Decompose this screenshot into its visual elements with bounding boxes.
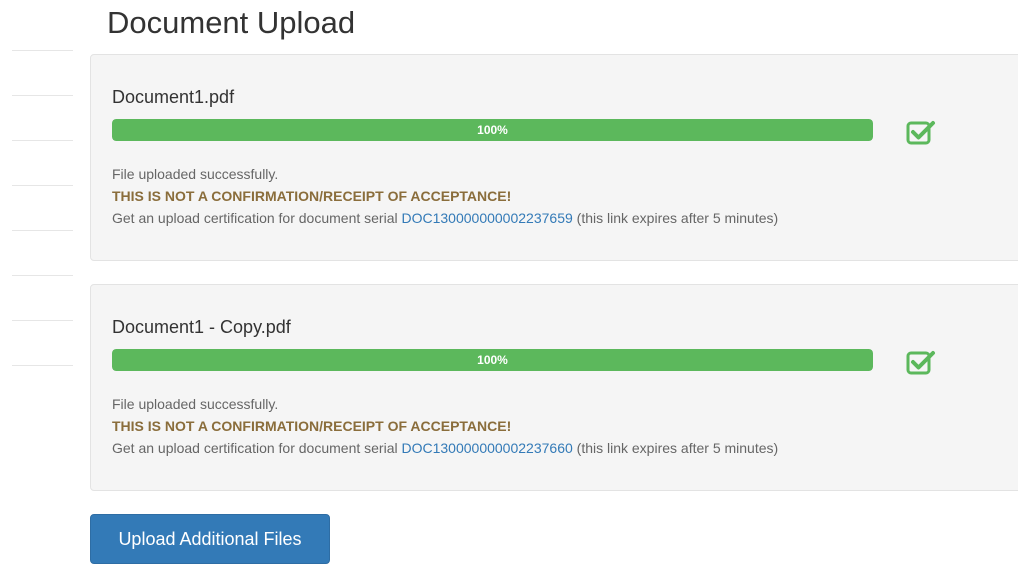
upload-progress-fill: 100% bbox=[112, 119, 873, 141]
certification-line: Get an upload certification for document… bbox=[112, 440, 778, 456]
file-name: Document1.pdf bbox=[112, 87, 235, 107]
file-name: Document1 - Copy.pdf bbox=[112, 317, 291, 337]
certification-line: Get an upload certification for document… bbox=[112, 210, 778, 226]
upload-additional-files-button[interactable]: Upload Additional Files bbox=[90, 514, 330, 564]
checkbox-checked-icon bbox=[906, 121, 935, 145]
progress-label: 100% bbox=[477, 353, 508, 367]
upload-status-text: File uploaded successfully. bbox=[112, 166, 279, 182]
checkbox-checked-icon bbox=[906, 351, 935, 375]
sidebar-divider bbox=[12, 95, 73, 96]
document-serial-link[interactable]: DOC130000000002237659 bbox=[402, 210, 573, 226]
upload-card: Document1.pdf 100% File uploaded success… bbox=[90, 54, 1018, 261]
certification-suffix: (this link expires after 5 minutes) bbox=[572, 440, 779, 456]
certification-prefix: Get an upload certification for document… bbox=[112, 440, 402, 456]
acceptance-warning: THIS IS NOT A CONFIRMATION/RECEIPT OF AC… bbox=[112, 418, 512, 434]
document-serial-link[interactable]: DOC130000000002237660 bbox=[402, 440, 573, 456]
certification-prefix: Get an upload certification for document… bbox=[112, 210, 402, 226]
sidebar-divider bbox=[12, 140, 73, 141]
certification-suffix: (this link expires after 5 minutes) bbox=[572, 210, 779, 226]
sidebar-divider bbox=[12, 185, 73, 186]
acceptance-warning: THIS IS NOT A CONFIRMATION/RECEIPT OF AC… bbox=[112, 188, 512, 204]
sidebar-divider bbox=[12, 230, 73, 231]
upload-status-text: File uploaded successfully. bbox=[112, 396, 279, 412]
upload-progress-fill: 100% bbox=[112, 349, 873, 371]
upload-progress-bar: 100% bbox=[112, 119, 873, 141]
sidebar-divider bbox=[12, 50, 73, 51]
sidebar-divider bbox=[12, 365, 73, 366]
sidebar-divider bbox=[12, 275, 73, 276]
upload-progress-bar: 100% bbox=[112, 349, 873, 371]
progress-label: 100% bbox=[477, 123, 508, 137]
document-upload-page: Document Upload Document1.pdf 100% File … bbox=[0, 0, 1018, 582]
page-title: Document Upload bbox=[107, 5, 356, 40]
upload-card: Document1 - Copy.pdf 100% File uploaded … bbox=[90, 284, 1018, 491]
sidebar-divider bbox=[12, 320, 73, 321]
